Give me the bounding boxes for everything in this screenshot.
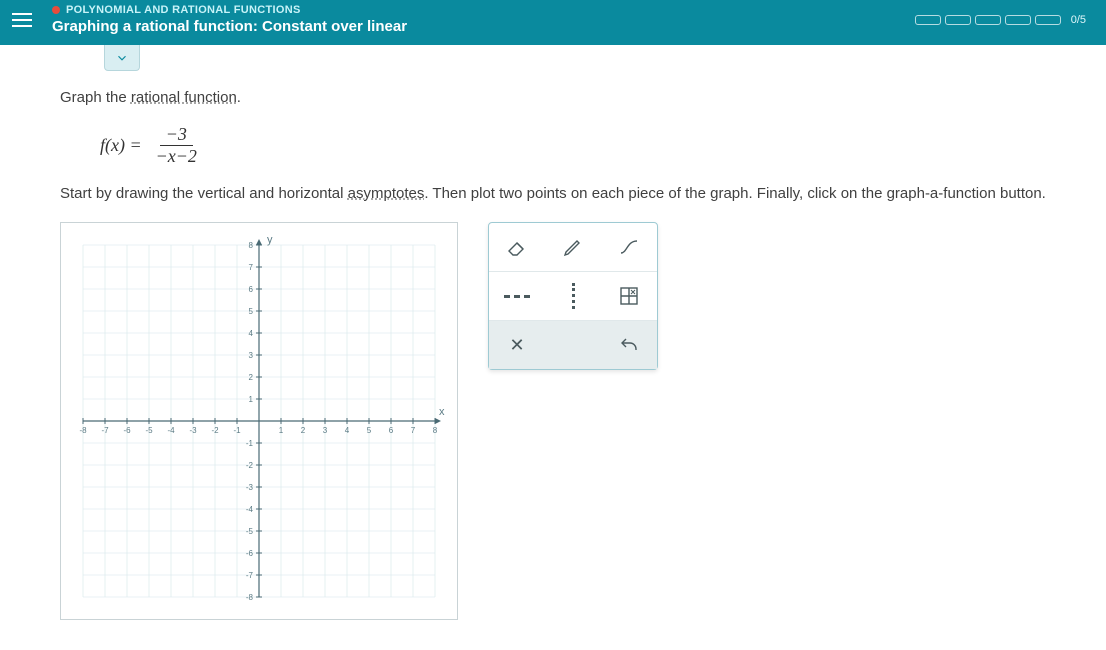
graph-function-icon bbox=[617, 284, 641, 308]
progress-seg bbox=[975, 15, 1001, 25]
svg-text:-7: -7 bbox=[101, 426, 109, 435]
eraser-icon bbox=[505, 235, 529, 259]
svg-text:-6: -6 bbox=[246, 549, 254, 558]
svg-text:7: 7 bbox=[249, 263, 254, 272]
text: . bbox=[237, 89, 241, 106]
spacer bbox=[545, 321, 601, 369]
text: . Then plot two points on each piece of … bbox=[424, 185, 1046, 202]
svg-text:y: y bbox=[267, 234, 273, 246]
vertical-dashed-icon bbox=[572, 283, 575, 309]
svg-text:6: 6 bbox=[389, 426, 394, 435]
svg-text:4: 4 bbox=[345, 426, 350, 435]
lesson-category: POLYNOMIAL AND RATIONAL FUNCTIONS bbox=[52, 4, 915, 16]
progress-count: 0/5 bbox=[1071, 14, 1086, 26]
drawing-toolbox: ✕ bbox=[488, 222, 658, 370]
svg-text:-1: -1 bbox=[246, 439, 254, 448]
eraser-tool[interactable] bbox=[489, 223, 545, 271]
horizontal-asymptote-tool[interactable] bbox=[489, 272, 545, 320]
vertical-asymptote-tool[interactable] bbox=[545, 272, 601, 320]
numerator: −3 bbox=[160, 124, 193, 146]
coordinate-grid[interactable]: -8 -8 -7 -7 -6 -6 -5 -5 -4 -4 -3 -3 -2 -2 -1 -1 1 1 2 2 3 3 4 4… bbox=[69, 231, 449, 611]
svg-text:5: 5 bbox=[249, 307, 254, 316]
svg-text:-8: -8 bbox=[246, 593, 254, 602]
svg-text:-5: -5 bbox=[145, 426, 153, 435]
svg-text:4: 4 bbox=[249, 329, 254, 338]
svg-text:8: 8 bbox=[249, 241, 254, 250]
work-area: -8 -8 -7 -7 -6 -6 -5 -5 -4 -4 -3 -3 -2 -2 -1 -1 1 1 2 2 3 3 4 4… bbox=[60, 222, 1082, 620]
x-icon: ✕ bbox=[509, 335, 524, 356]
header-text: POLYNOMIAL AND RATIONAL FUNCTIONS Graphi… bbox=[52, 4, 915, 35]
svg-text:-3: -3 bbox=[189, 426, 197, 435]
curve-tool[interactable] bbox=[601, 223, 657, 271]
progress-seg bbox=[915, 15, 941, 25]
svg-text:-2: -2 bbox=[246, 461, 254, 470]
graph-canvas[interactable]: -8 -8 -7 -7 -6 -6 -5 -5 -4 -4 -3 -3 -2 -2 -1 -1 1 1 2 2 3 3 4 4… bbox=[60, 222, 458, 620]
text: Start by drawing the vertical and horizo… bbox=[60, 185, 348, 202]
reset-button[interactable] bbox=[601, 321, 657, 369]
svg-text:3: 3 bbox=[249, 351, 254, 360]
lesson-title: Graphing a rational function: Constant o… bbox=[52, 18, 915, 35]
svg-text:3: 3 bbox=[323, 426, 328, 435]
curve-icon bbox=[617, 235, 641, 259]
svg-text:-3: -3 bbox=[246, 483, 254, 492]
term-asymptotes[interactable]: asymptotes bbox=[348, 185, 425, 202]
progress-indicator: 0/5 bbox=[915, 14, 1086, 26]
svg-text:5: 5 bbox=[367, 426, 372, 435]
term-rational-function[interactable]: rational function bbox=[131, 89, 237, 106]
svg-text:6: 6 bbox=[249, 285, 254, 294]
progress-seg bbox=[945, 15, 971, 25]
prompt-line-1: Graph the rational function. bbox=[60, 89, 1082, 106]
svg-text:-7: -7 bbox=[246, 571, 254, 580]
problem-statement: Graph the rational function. f(x) = −3 −… bbox=[60, 45, 1082, 620]
prompt-line-2: Start by drawing the vertical and horizo… bbox=[60, 185, 1082, 202]
function-formula: f(x) = −3 −x−2 bbox=[100, 124, 1082, 167]
pencil-icon bbox=[561, 235, 585, 259]
svg-text:-8: -8 bbox=[79, 426, 87, 435]
app-header: POLYNOMIAL AND RATIONAL FUNCTIONS Graphi… bbox=[0, 0, 1106, 45]
svg-text:1: 1 bbox=[249, 395, 254, 404]
svg-text:7: 7 bbox=[411, 426, 416, 435]
svg-text:x: x bbox=[439, 406, 445, 418]
svg-text:2: 2 bbox=[301, 426, 306, 435]
progress-seg bbox=[1035, 15, 1061, 25]
record-dot-icon bbox=[52, 6, 60, 14]
svg-text:-1: -1 bbox=[233, 426, 241, 435]
svg-text:8: 8 bbox=[433, 426, 438, 435]
svg-text:-5: -5 bbox=[246, 527, 254, 536]
clear-button[interactable]: ✕ bbox=[489, 321, 545, 369]
denominator: −x−2 bbox=[150, 146, 203, 167]
svg-text:-6: -6 bbox=[123, 426, 131, 435]
fraction: −3 −x−2 bbox=[150, 124, 203, 167]
svg-text:-2: -2 bbox=[211, 426, 219, 435]
expand-tab[interactable] bbox=[104, 45, 140, 71]
horizontal-dashed-icon bbox=[504, 295, 530, 298]
svg-text:-4: -4 bbox=[167, 426, 175, 435]
text: Graph the bbox=[60, 89, 131, 106]
svg-text:-4: -4 bbox=[246, 505, 254, 514]
content-area: Graph the rational function. f(x) = −3 −… bbox=[0, 45, 1106, 650]
undo-icon bbox=[617, 333, 641, 357]
formula-lhs: f(x) = bbox=[100, 135, 142, 156]
category-label: POLYNOMIAL AND RATIONAL FUNCTIONS bbox=[66, 4, 301, 16]
svg-text:1: 1 bbox=[279, 426, 284, 435]
chevron-down-icon bbox=[115, 51, 129, 65]
graph-function-tool[interactable] bbox=[601, 272, 657, 320]
svg-text:2: 2 bbox=[249, 373, 254, 382]
menu-icon[interactable] bbox=[12, 8, 36, 32]
pencil-tool[interactable] bbox=[545, 223, 601, 271]
progress-seg bbox=[1005, 15, 1031, 25]
